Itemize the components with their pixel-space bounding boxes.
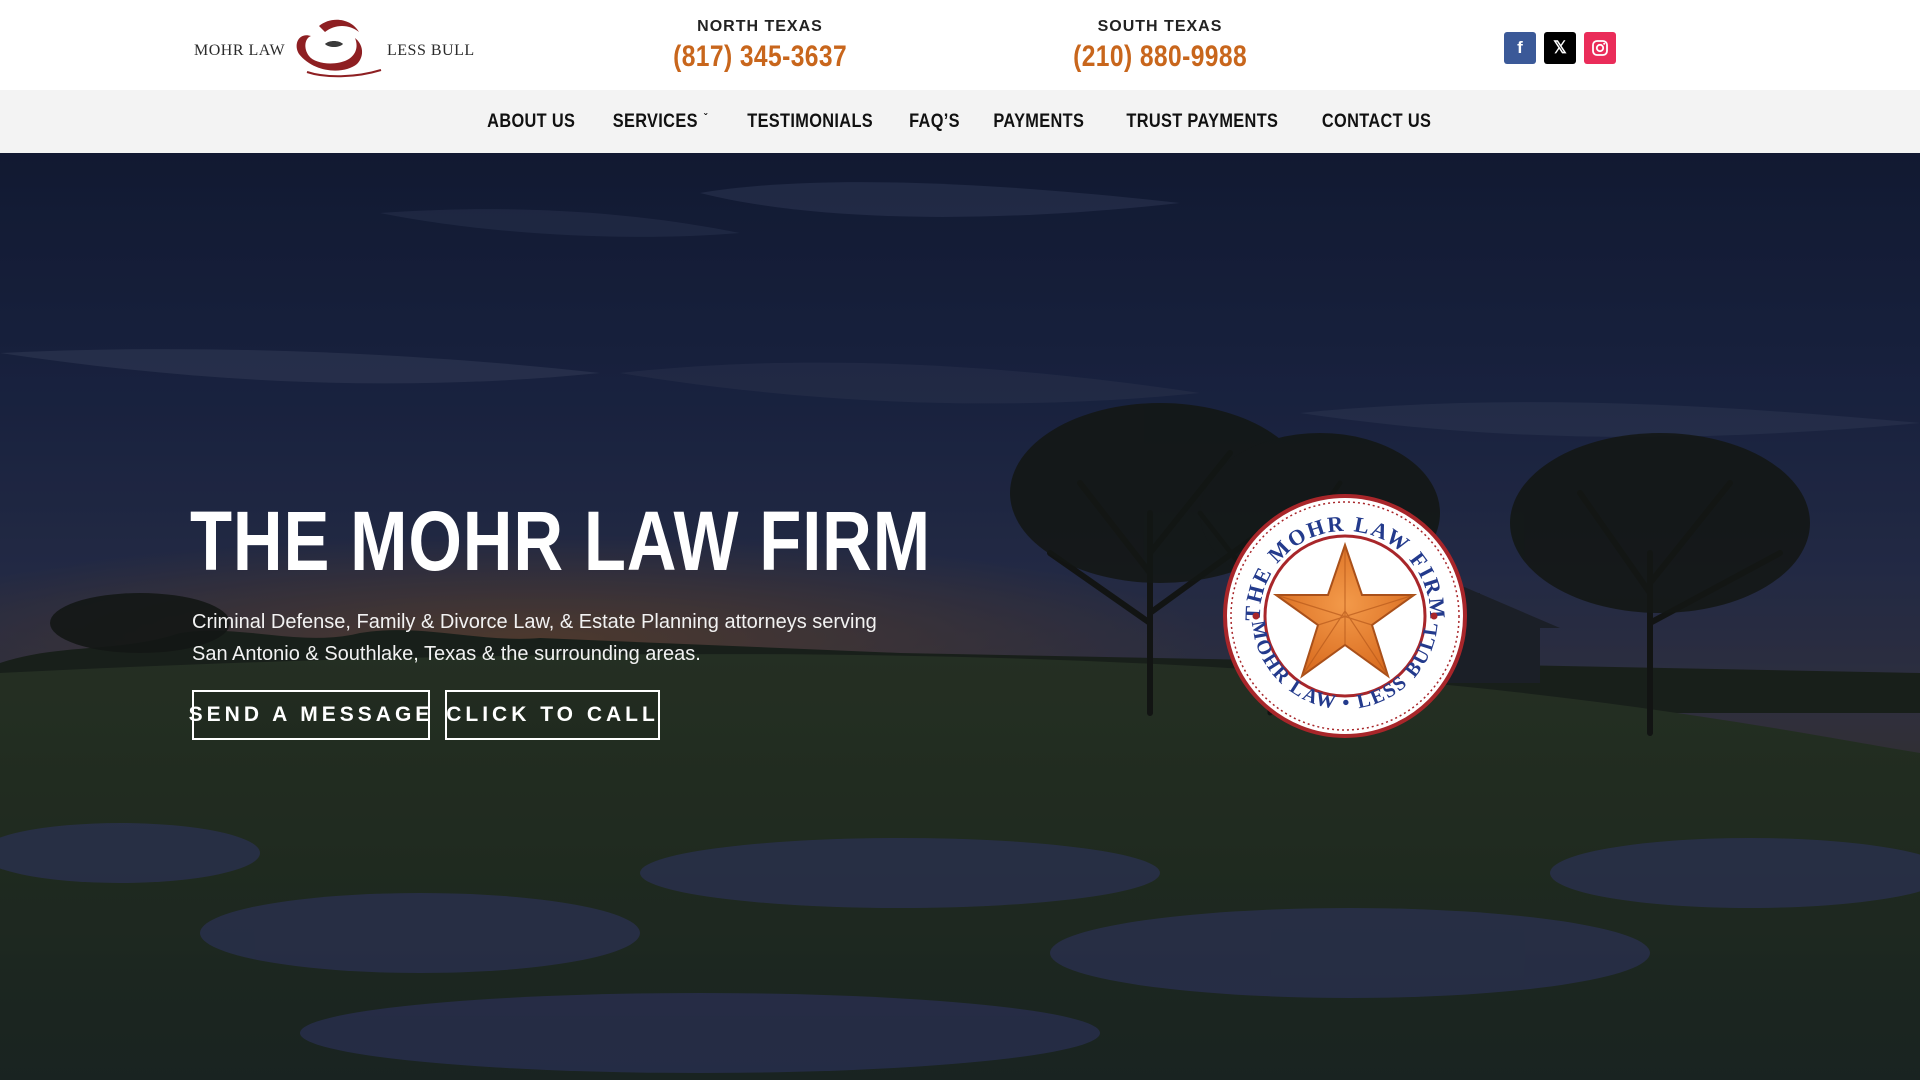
instagram-icon[interactable]	[1584, 32, 1616, 64]
site-header: MOHR LAW LESS BULL NORTH TEXAS (817) 345…	[0, 0, 1920, 90]
hero-subtitle: Criminal Defense, Family & Divorce Law, …	[192, 606, 912, 670]
nav-item-about-us[interactable]: ABOUT US	[478, 111, 585, 133]
site-logo[interactable]: MOHR LAW LESS BULL	[190, 14, 480, 80]
hero-subtitle-line-2: San Antonio & Southlake, Texas & the sur…	[192, 643, 701, 665]
nav-item-faqs[interactable]: FAQ’S	[900, 111, 970, 133]
nav-label: TESTIMONIALS	[747, 110, 874, 132]
nav-label: TRUST PAYMENTS	[1126, 110, 1279, 132]
facebook-icon[interactable]: f	[1504, 32, 1536, 64]
south-texas-contact: SOUTH TEXAS (210) 880-9988	[1030, 18, 1290, 74]
nav-label: SERVICES	[612, 110, 698, 132]
instagram-glyph-icon	[1592, 40, 1608, 56]
north-texas-phone-link[interactable]: (817) 345-3637	[673, 40, 847, 74]
nav-label: CONTACT US	[1321, 110, 1431, 132]
nav-item-payments[interactable]: PAYMENTS	[984, 111, 1094, 133]
firm-seal-logo: THE MOHR LAW FIRM MOHR LAW • LESS BULL	[1223, 494, 1467, 738]
click-to-call-button[interactable]: CLICK TO CALL	[445, 690, 660, 740]
social-links: f 𝕏	[1504, 32, 1616, 64]
x-icon[interactable]: 𝕏	[1544, 32, 1576, 64]
chevron-down-icon: ˇ	[703, 110, 708, 125]
hero-section: THE MOHR LAW FIRM Criminal Defense, Fami…	[0, 153, 1920, 1080]
main-nav: ABOUT US SERVICES ˇ TESTIMONIALS FAQ’S PA…	[0, 90, 1920, 153]
send-message-button[interactable]: SEND A MESSAGE	[189, 690, 430, 740]
nav-label: ABOUT US	[487, 110, 576, 132]
nav-label: FAQ’S	[909, 110, 961, 132]
nav-label: PAYMENTS	[993, 110, 1085, 132]
north-texas-label: NORTH TEXAS	[697, 18, 823, 35]
south-texas-phone-link[interactable]: (210) 880-9988	[1073, 40, 1247, 74]
nav-item-trust-payments[interactable]: TRUST PAYMENTS	[1117, 111, 1288, 133]
south-texas-label: SOUTH TEXAS	[1097, 18, 1223, 35]
hero-title: THE MOHR LAW FIRM	[190, 494, 931, 588]
logo-left-text: MOHR LAW	[194, 42, 286, 59]
hero-subtitle-line-1: Criminal Defense, Family & Divorce Law, …	[192, 611, 877, 633]
logo-right-text: LESS BULL	[387, 42, 475, 59]
north-texas-contact: NORTH TEXAS (817) 345-3637	[630, 18, 890, 74]
nav-item-testimonials[interactable]: TESTIMONIALS	[738, 111, 883, 133]
nav-item-services[interactable]: SERVICES ˇ	[603, 111, 717, 133]
bull-logo-icon	[296, 19, 382, 78]
nav-item-contact-us[interactable]: CONTACT US	[1312, 111, 1440, 133]
